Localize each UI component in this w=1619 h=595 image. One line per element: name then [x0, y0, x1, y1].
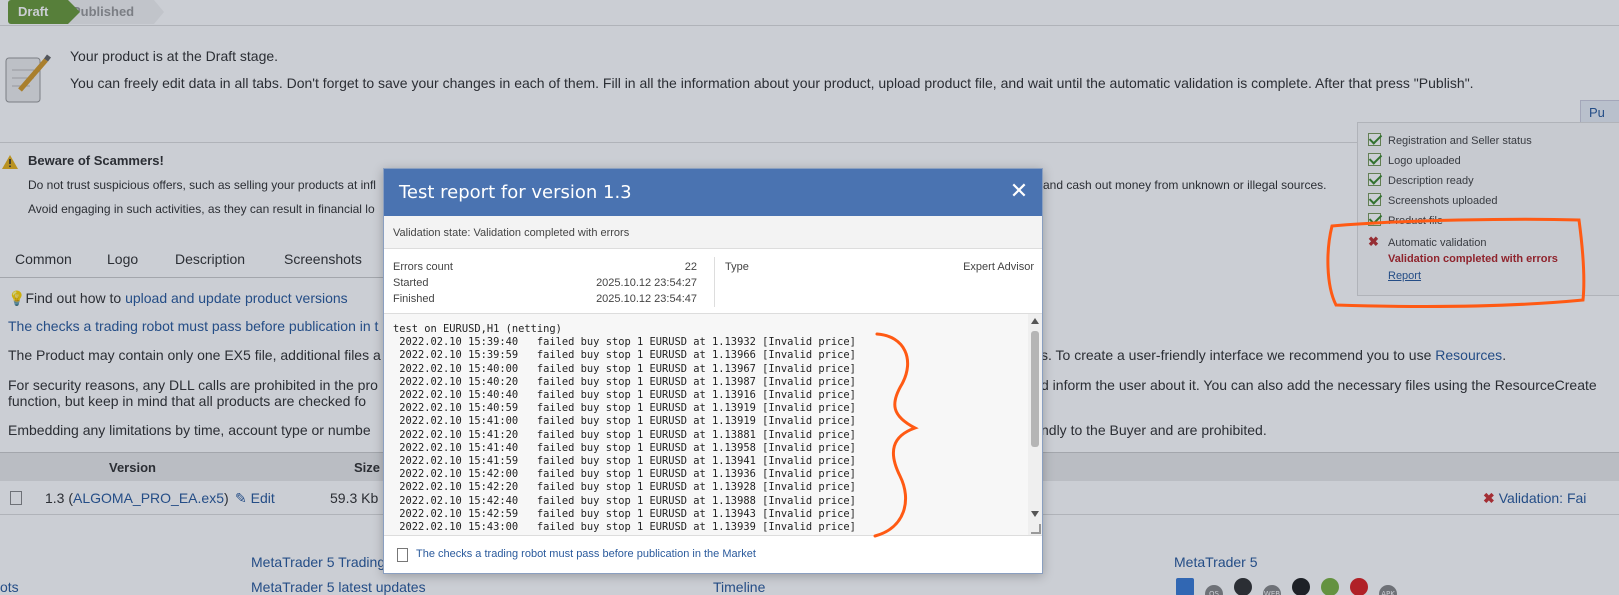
clipboard-icon [397, 548, 408, 562]
started-label: Started [393, 277, 429, 289]
log-text: test on EURUSD,H1 (netting) 2022.02.10 1… [393, 323, 856, 534]
errors-count-label: Errors count [393, 261, 453, 273]
type-value: Expert Advisor [963, 261, 1034, 273]
report-stats: Errors count 22 Started 2025.10.12 23:54… [384, 249, 1042, 314]
dialog-title: Test report for version 1.3 [399, 182, 632, 203]
finished-value: 2025.10.12 23:54:47 [596, 293, 697, 305]
finished-label: Finished [393, 293, 435, 305]
validation-state: Validation state: Validation completed w… [384, 216, 1042, 249]
stats-divider [714, 257, 715, 307]
log-scrollbar[interactable] [1028, 314, 1042, 535]
scroll-down-icon[interactable] [1031, 511, 1039, 517]
checks-market-link[interactable]: The checks a trading robot must pass bef… [416, 548, 756, 560]
dialog-header: Test report for version 1.3 ✕ [384, 169, 1042, 216]
close-icon[interactable]: ✕ [1008, 179, 1030, 203]
scroll-thumb[interactable] [1031, 331, 1039, 447]
test-log[interactable]: test on EURUSD,H1 (netting) 2022.02.10 1… [384, 314, 1042, 536]
resize-grip-icon[interactable] [1031, 524, 1041, 534]
type-label: Type [725, 261, 749, 273]
dialog-footer: The checks a trading robot must pass bef… [384, 536, 1042, 573]
scroll-up-icon[interactable] [1031, 318, 1039, 324]
errors-count-value: 22 [684, 261, 697, 273]
test-report-dialog: Test report for version 1.3 ✕ Validation… [383, 168, 1043, 574]
started-value: 2025.10.12 23:54:27 [596, 277, 697, 289]
